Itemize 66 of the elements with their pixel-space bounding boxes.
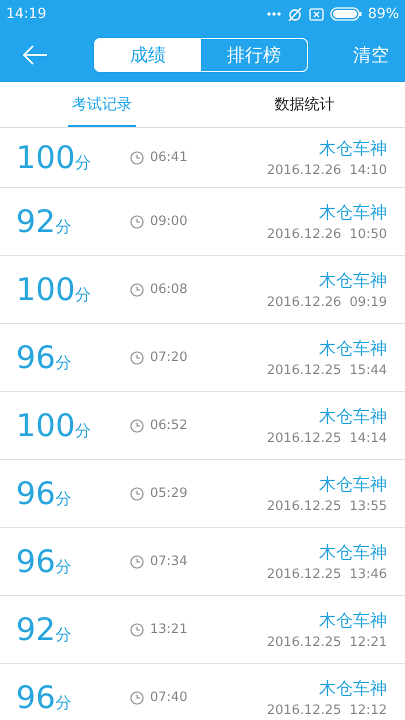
record-date: 2016.12.26 09:19	[266, 295, 387, 310]
record-date: 2016.12.26 10:50	[266, 227, 387, 242]
score-unit: 分	[75, 152, 92, 174]
user-name: 木仓车神	[319, 474, 387, 496]
more-icon	[266, 12, 281, 16]
score: 96	[16, 340, 56, 376]
clock-icon	[130, 350, 144, 364]
user-name: 木仓车神	[319, 338, 387, 360]
record-date: 2016.12.25 14:14	[266, 431, 387, 446]
back-icon[interactable]	[22, 45, 48, 65]
status-time: 14:19	[6, 6, 46, 22]
duration: 13:21	[150, 622, 188, 637]
duration: 05:29	[150, 486, 188, 501]
duration: 09:00	[150, 214, 188, 229]
score: 96	[16, 476, 56, 512]
clock-icon	[130, 418, 144, 432]
score: 100	[16, 140, 76, 176]
sim-icon	[308, 8, 324, 20]
user-name: 木仓车神	[319, 678, 387, 700]
record-date: 2016.12.26 14:10	[266, 163, 387, 178]
clock-icon	[130, 282, 144, 296]
user-name: 木仓车神	[319, 138, 387, 160]
record-date: 2016.12.25 12:21	[266, 635, 387, 650]
score: 96	[16, 680, 56, 716]
record-date: 2016.12.25 13:55	[266, 499, 387, 514]
score: 92	[16, 204, 56, 240]
battery-icon	[330, 7, 362, 21]
clock-icon	[130, 486, 144, 500]
score-unit: 分	[55, 556, 72, 578]
tab[interactable]: 考试记录	[68, 82, 136, 127]
clock-icon	[130, 690, 144, 704]
record-date: 2016.12.25 13:46	[266, 567, 387, 582]
user-name: 木仓车神	[319, 406, 387, 428]
score-unit: 分	[75, 420, 92, 442]
clock-icon	[130, 554, 144, 568]
clock-icon	[130, 622, 144, 636]
duration: 06:52	[150, 418, 188, 433]
duration: 06:41	[150, 150, 188, 165]
score-unit: 分	[55, 488, 72, 510]
tab[interactable]: 数据统计	[204, 82, 405, 127]
battery-percent: 89%	[368, 6, 399, 22]
clock-icon	[130, 150, 144, 164]
score: 96	[16, 544, 56, 580]
score: 92	[16, 612, 56, 648]
duration: 06:08	[150, 282, 188, 297]
duration: 07:34	[150, 554, 188, 569]
duration: 07:20	[150, 350, 188, 365]
score-unit: 分	[75, 284, 92, 306]
record-date: 2016.12.25 12:12	[266, 703, 387, 718]
record-date: 2016.12.25 15:44	[266, 363, 387, 378]
user-name: 木仓车神	[319, 610, 387, 632]
alarm-off-icon	[286, 6, 303, 22]
score-unit: 分	[55, 352, 72, 374]
score: 100	[16, 408, 76, 444]
user-name: 木仓车神	[319, 542, 387, 564]
clock-icon	[130, 214, 144, 228]
clear-button[interactable]: 清空	[347, 43, 395, 67]
score: 100	[16, 272, 76, 308]
score-unit: 分	[55, 624, 72, 646]
score-unit: 分	[55, 216, 72, 238]
segment-tab[interactable]: 成绩	[95, 39, 201, 71]
user-name: 木仓车神	[319, 270, 387, 292]
score-unit: 分	[55, 692, 72, 714]
duration: 07:40	[150, 690, 188, 705]
segment-tab[interactable]: 排行榜	[201, 39, 307, 71]
user-name: 木仓车神	[319, 202, 387, 224]
